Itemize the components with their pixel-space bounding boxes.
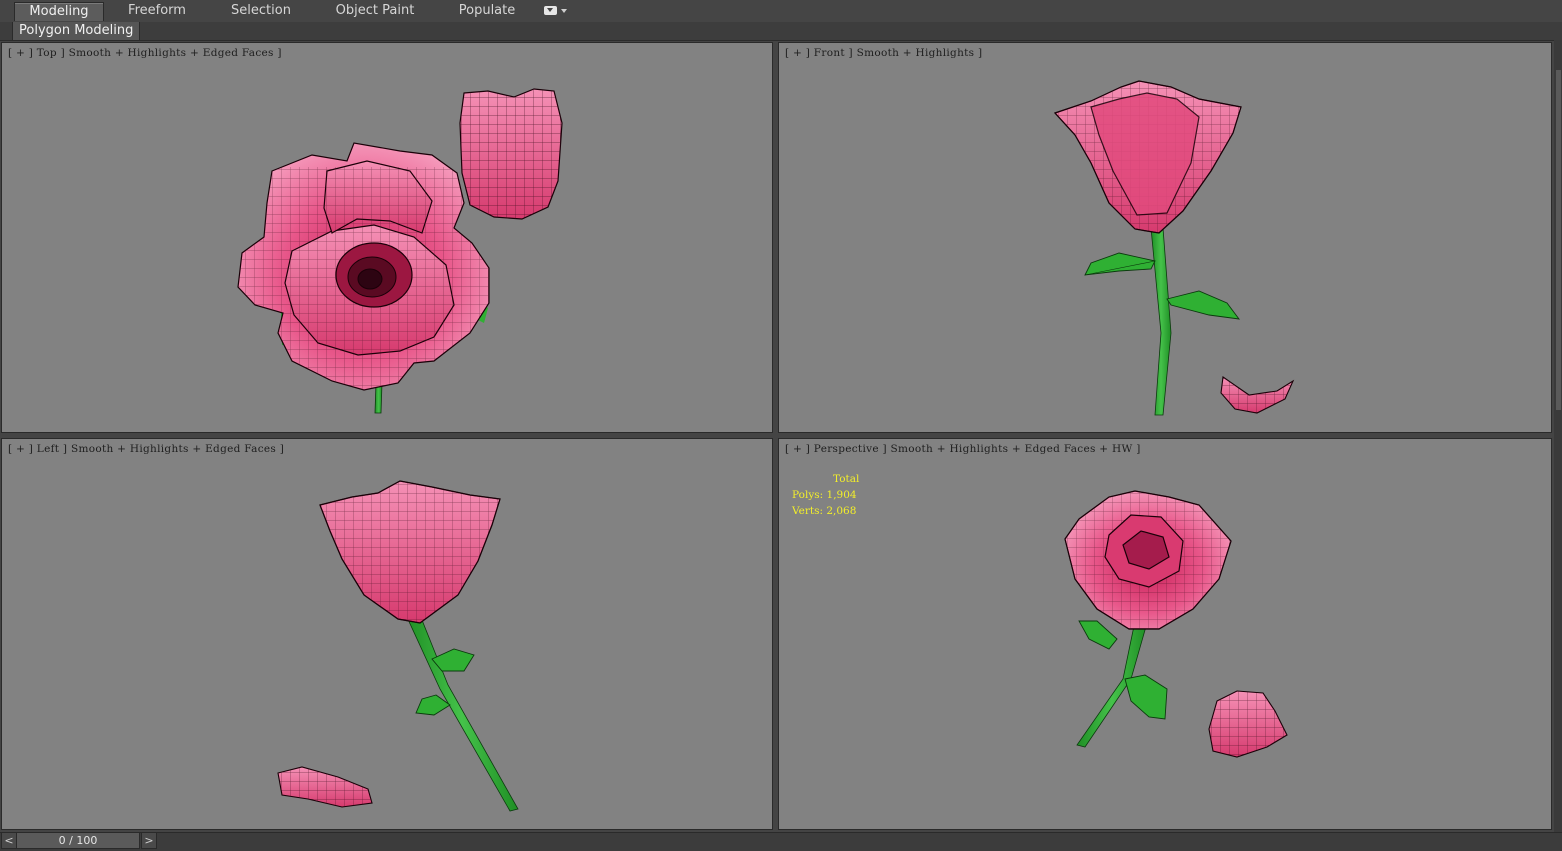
stats-verts: Verts: 2,068 <box>792 505 857 517</box>
viewport-front[interactable]: [ + ] Front ] Smooth + Highlights ] <box>778 42 1552 433</box>
rose-top-view <box>237 88 563 414</box>
tab-modeling[interactable]: Modeling <box>14 2 104 21</box>
panel-polygon-modeling[interactable]: Polygon Modeling <box>12 22 141 41</box>
viewport-top[interactable]: [ + ] Top ] Smooth + Highlights + Edged … <box>1 42 773 433</box>
tab-freeform[interactable]: Freeform <box>118 2 196 20</box>
ribbon-tab-bar: Modeling Freeform Selection Object Paint… <box>0 0 1562 23</box>
viewport-perspective[interactable]: [ + ] Perspective ] Smooth + Highlights … <box>778 438 1552 830</box>
viewport-label-front[interactable]: [ + ] Front ] Smooth + Highlights ] <box>785 47 982 59</box>
tab-object-paint[interactable]: Object Paint <box>330 2 420 20</box>
tab-selection[interactable]: Selection <box>222 2 300 20</box>
timeline-bar <box>0 832 1562 851</box>
ribbon-panel-row: Polygon Modeling <box>0 22 1562 41</box>
viewport-left[interactable]: [ + ] Left ] Smooth + Highlights + Edged… <box>1 438 773 830</box>
timeline-prev-button[interactable]: < <box>1 832 17 849</box>
rose-perspective-view <box>1064 490 1288 758</box>
viewport-label-top[interactable]: [ + ] Top ] Smooth + Highlights + Edged … <box>8 47 282 59</box>
stats-total-label: Total <box>833 473 860 485</box>
rose-left-view <box>277 480 519 812</box>
poly-stats: Total Polys: 1,904 Verts: 2,068 <box>792 471 859 519</box>
viewport-label-left[interactable]: [ + ] Left ] Smooth + Highlights + Edged… <box>8 443 284 455</box>
timeline-next-button[interactable]: > <box>141 832 157 849</box>
tab-populate[interactable]: Populate <box>450 2 524 20</box>
viewport-label-perspective[interactable]: [ + ] Perspective ] Smooth + Highlights … <box>785 443 1141 455</box>
rose-front-view <box>1053 80 1295 416</box>
stats-polys: Polys: 1,904 <box>792 489 857 501</box>
side-scrollbar-thumb[interactable] <box>1556 70 1561 410</box>
time-slider[interactable]: 0 / 100 <box>16 832 140 849</box>
ribbon-options-icon[interactable] <box>544 6 568 18</box>
